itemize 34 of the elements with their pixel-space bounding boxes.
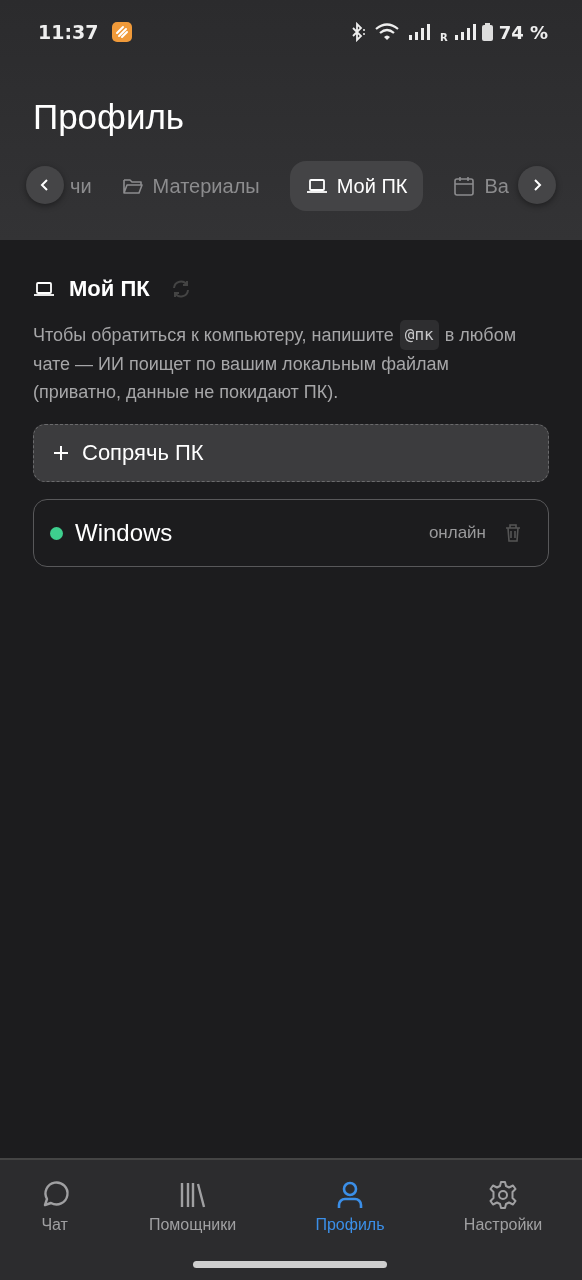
scroll-right-button[interactable] <box>518 166 556 204</box>
signal-icon <box>453 22 476 42</box>
nav-item[interactable]: Помощники <box>148 1180 237 1234</box>
description-text: чате — ИИ поищет по вашим локальным файлам (приватно, данные не покидают ПК). <box>33 353 450 404</box>
tab[interactable]: чи <box>70 161 92 211</box>
person-icon <box>335 1180 365 1210</box>
battery-percentage: 74 % <box>498 21 548 43</box>
folder-icon <box>121 176 144 196</box>
laptop-icon <box>305 176 328 196</box>
nav-item[interactable]: Чат <box>39 1180 70 1234</box>
page-title: Профиль <box>33 96 186 138</box>
nav-item[interactable]: Настройки <box>463 1180 543 1234</box>
tab[interactable]: Ва <box>437 161 509 211</box>
description-text: Чтобы обратиться к компьютеру, напишите <box>33 324 394 347</box>
device-name: Windows <box>75 519 173 547</box>
plus-icon <box>52 444 70 462</box>
tab[interactable]: Мой ПК <box>289 161 424 211</box>
laptop-icon <box>33 280 55 298</box>
battery-icon <box>481 22 493 42</box>
calendar-icon <box>453 175 476 197</box>
roaming-indicator: R <box>439 31 448 43</box>
app-notification-icon <box>112 22 133 42</box>
scroll-left-button[interactable] <box>26 166 64 204</box>
settings-icon <box>488 1180 519 1210</box>
pair-pc-button[interactable]: Сопрячь ПК <box>33 424 549 482</box>
clock: 11:37 <box>38 21 99 43</box>
signal-icon <box>407 22 430 42</box>
nav-item[interactable]: Профиль <box>315 1180 385 1234</box>
mention-tag: @пк <box>399 320 439 350</box>
section-title: Мой ПК <box>69 276 150 302</box>
device-status: онлайн <box>428 523 486 543</box>
tab[interactable]: Материалы <box>105 161 276 211</box>
description-text: в любом <box>444 324 516 347</box>
bluetooth-icon <box>349 22 368 42</box>
